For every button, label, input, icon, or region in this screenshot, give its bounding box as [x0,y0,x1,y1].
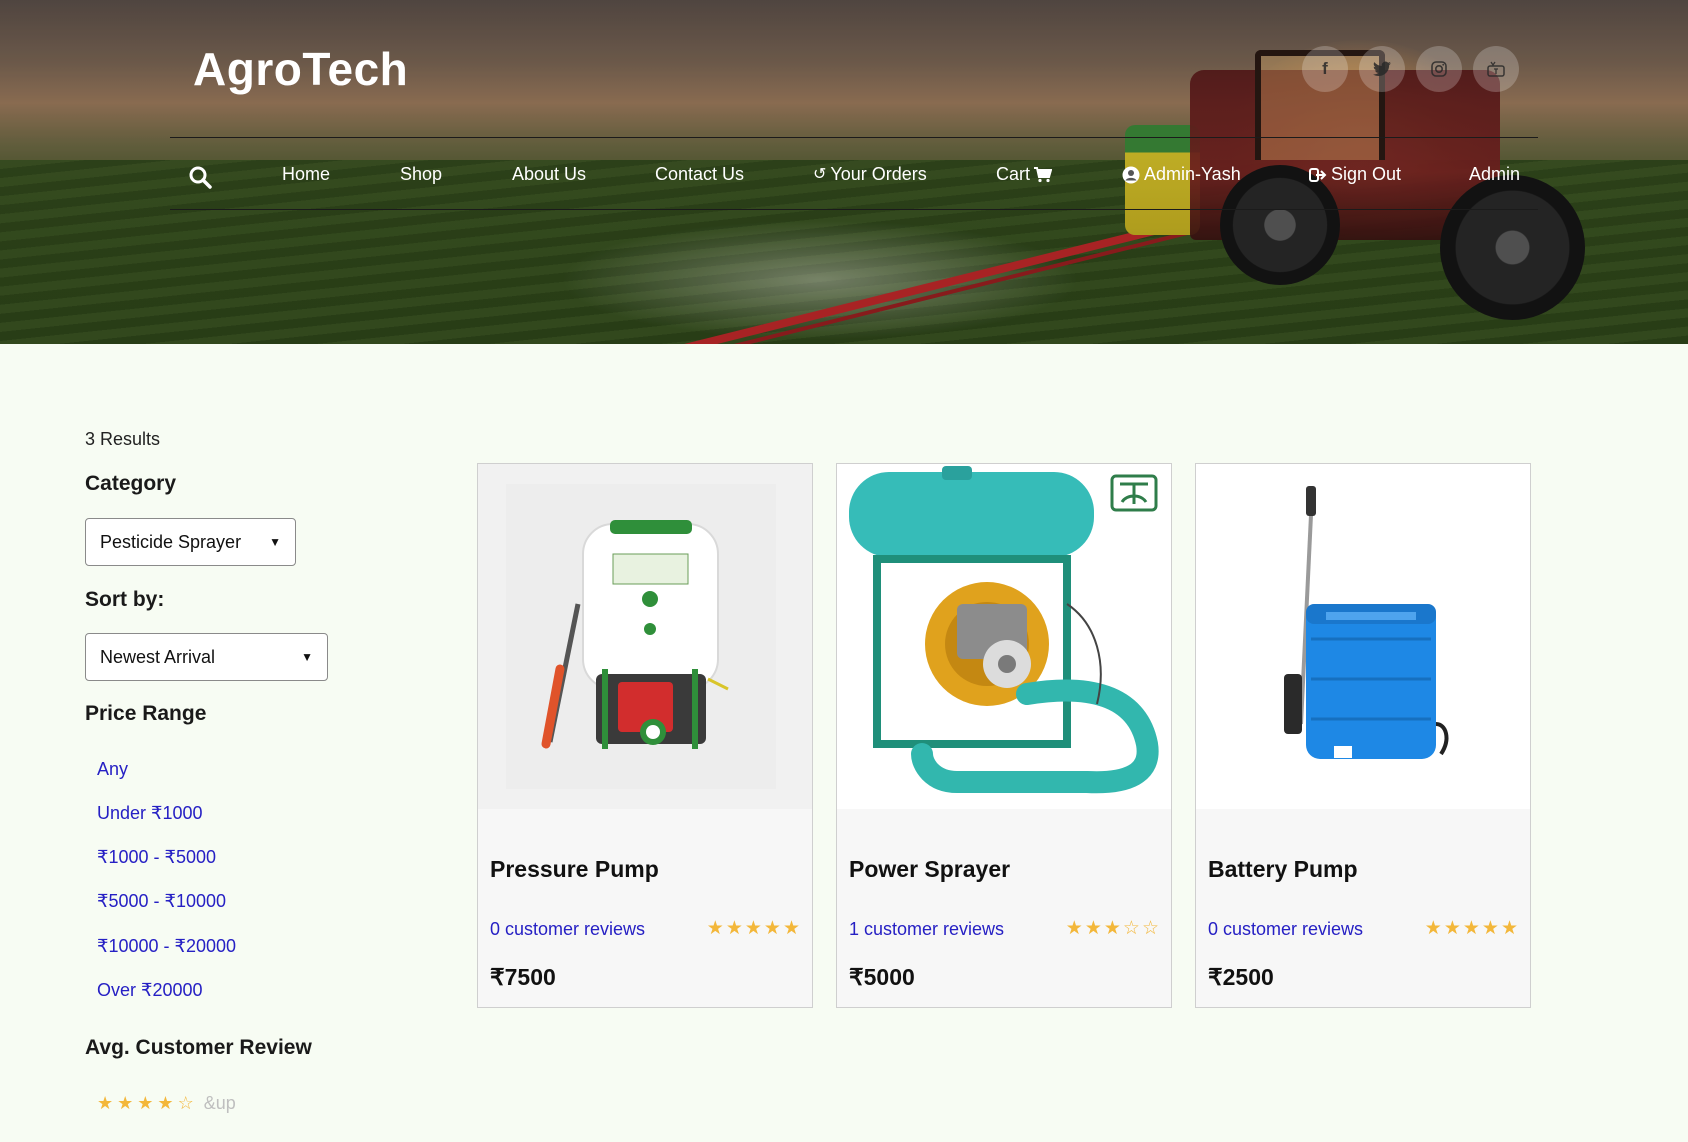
star-filled-icon: ★ [706,918,724,939]
star-filled-icon: ★ [137,1093,154,1113]
star-filled-icon: ★ [1481,918,1499,939]
product-image[interactable] [478,464,812,809]
star-filled-icon: ★ [1103,918,1121,939]
product-image[interactable] [1196,464,1530,809]
product-price: ₹7500 [490,964,556,990]
nav-home[interactable]: Home [282,164,330,185]
cart-icon [1034,166,1053,182]
star-filled-icon: ★ [1443,918,1461,939]
sign-out-icon [1309,167,1327,182]
product-rating: ★ ★ ★ ★ ★ [707,917,800,940]
star-filled-icon: ★ [1424,918,1442,939]
facebook-icon[interactable]: f [1302,46,1348,92]
product-rating: ★ ★ ★ ☆ ☆ [1066,917,1159,940]
star-empty-icon: ☆ [1122,918,1140,939]
star-filled-icon: ★ [1065,918,1083,939]
star-empty-icon: ☆ [177,1093,194,1113]
star-filled-icon: ★ [1084,918,1102,939]
nav-admin[interactable]: Admin [1469,164,1520,185]
star-filled-icon: ★ [1462,918,1480,939]
product-image[interactable] [837,464,1171,809]
chevron-down-icon: ▼ [269,535,281,549]
price-filter-any[interactable]: Any [97,759,128,780]
youtube-icon[interactable] [1473,46,1519,92]
star-filled-icon: ★ [1500,918,1518,939]
price-filter-1000-5000[interactable]: ₹1000 - ₹5000 [97,847,216,868]
product-title[interactable]: Battery Pump [1208,856,1358,883]
product-reviews-link[interactable]: 0 customer reviews [1208,919,1363,940]
star-filled-icon: ★ [725,918,743,939]
star-filled-icon: ★ [744,918,762,939]
price-filter-under-1000[interactable]: Under ₹1000 [97,803,203,824]
twitter-icon[interactable] [1359,46,1405,92]
sort-select[interactable]: Newest Arrival ▼ [85,633,328,681]
brand-logo[interactable]: AgroTech [193,42,408,96]
nav-shop[interactable]: Shop [400,164,442,185]
sort-heading: Sort by: [85,588,165,611]
product-card[interactable]: Power Sprayer 1 customer reviews ★ ★ ★ ☆… [836,463,1172,1008]
nav-sign-out[interactable]: Sign Out [1309,164,1401,185]
nav-contact[interactable]: Contact Us [655,164,744,185]
star-filled-icon: ★ [97,1093,114,1113]
product-price: ₹2500 [1208,964,1274,990]
header-divider-top [170,137,1538,138]
product-price: ₹5000 [849,964,915,990]
price-filter-over-20000[interactable]: Over ₹20000 [97,980,203,1001]
review-filter-suffix: &up [203,1093,236,1113]
instagram-icon[interactable] [1416,46,1462,92]
product-title[interactable]: Pressure Pump [490,856,659,883]
product-card[interactable]: Pressure Pump 0 customer reviews ★ ★ ★ ★… [477,463,813,1008]
category-heading: Category [85,472,177,495]
nav-cart[interactable]: Cart [996,164,1053,185]
social-links: f [1302,46,1519,92]
user-circle-icon [1122,166,1140,183]
results-count: 3 Results [85,429,161,449]
nav-about[interactable]: About Us [512,164,586,185]
star-filled-icon: ★ [117,1093,134,1113]
review-filter-4-up[interactable]: ★ ★ ★ ★ ☆ &up [97,1093,236,1114]
chevron-down-icon: ▼ [301,650,313,664]
product-card[interactable]: Battery Pump 0 customer reviews ★ ★ ★ ★ … [1195,463,1531,1008]
price-filter-5000-10000[interactable]: ₹5000 - ₹10000 [97,891,226,912]
star-filled-icon: ★ [763,918,781,939]
star-filled-icon: ★ [782,918,800,939]
header-divider-bottom [170,209,1538,210]
product-title[interactable]: Power Sprayer [849,856,1010,883]
product-reviews-link[interactable]: 0 customer reviews [490,919,645,940]
price-filter-10000-20000[interactable]: ₹10000 - ₹20000 [97,936,236,957]
nav-your-orders[interactable]: ↺ Your Orders [813,164,927,185]
main-nav: Home Shop About Us Contact Us ↺ Your Ord… [0,160,1688,194]
product-reviews-link[interactable]: 1 customer reviews [849,919,1004,940]
price-range-heading: Price Range [85,702,207,725]
avg-review-heading: Avg. Customer Review [85,1036,312,1059]
category-select[interactable]: Pesticide Sprayer ▼ [85,518,296,566]
history-icon: ↺ [813,165,827,183]
star-empty-icon: ☆ [1141,918,1159,939]
nav-account[interactable]: Admin-Yash [1122,164,1241,185]
star-filled-icon: ★ [157,1093,174,1113]
product-rating: ★ ★ ★ ★ ★ [1425,917,1518,940]
